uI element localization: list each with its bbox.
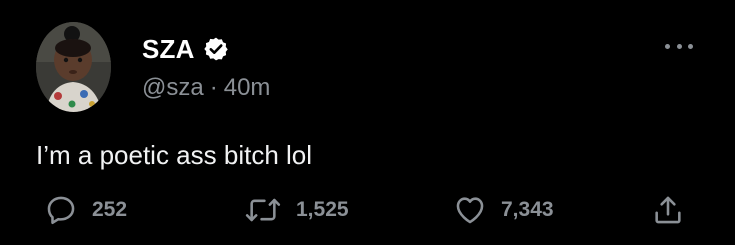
action-bar: 252 1,525 7,343 xyxy=(0,190,735,230)
retweet-icon xyxy=(244,193,282,227)
like-count: 7,343 xyxy=(501,198,554,221)
display-name[interactable]: SZA xyxy=(142,34,195,65)
tweet-text: I’m a poetic ass bitch lol xyxy=(36,140,313,170)
user-handle[interactable]: @sza xyxy=(142,74,204,102)
like-button[interactable]: 7,343 xyxy=(453,190,554,230)
retweet-count: 1,525 xyxy=(296,198,349,221)
name-row: SZA xyxy=(142,34,229,64)
share-button[interactable] xyxy=(651,190,685,230)
more-options-icon[interactable] xyxy=(665,36,693,56)
retweet-button[interactable]: 1,525 xyxy=(244,190,349,230)
avatar[interactable] xyxy=(36,22,111,112)
verified-badge-icon xyxy=(203,36,229,62)
reply-icon xyxy=(44,193,78,227)
handle-row: @sza · 40m xyxy=(142,74,270,102)
share-icon xyxy=(651,193,685,227)
more-dot xyxy=(665,43,670,49)
more-dot xyxy=(688,43,693,49)
separator-dot: · xyxy=(209,74,218,101)
reply-button[interactable]: 252 xyxy=(44,190,127,230)
heart-icon xyxy=(453,193,487,227)
reply-count: 252 xyxy=(92,198,128,221)
tweet-card: SZA @sza · 40m I’m a poetic ass bitch lo… xyxy=(0,0,735,245)
more-dot xyxy=(676,43,682,49)
tweet-time[interactable]: 40m xyxy=(224,74,271,102)
